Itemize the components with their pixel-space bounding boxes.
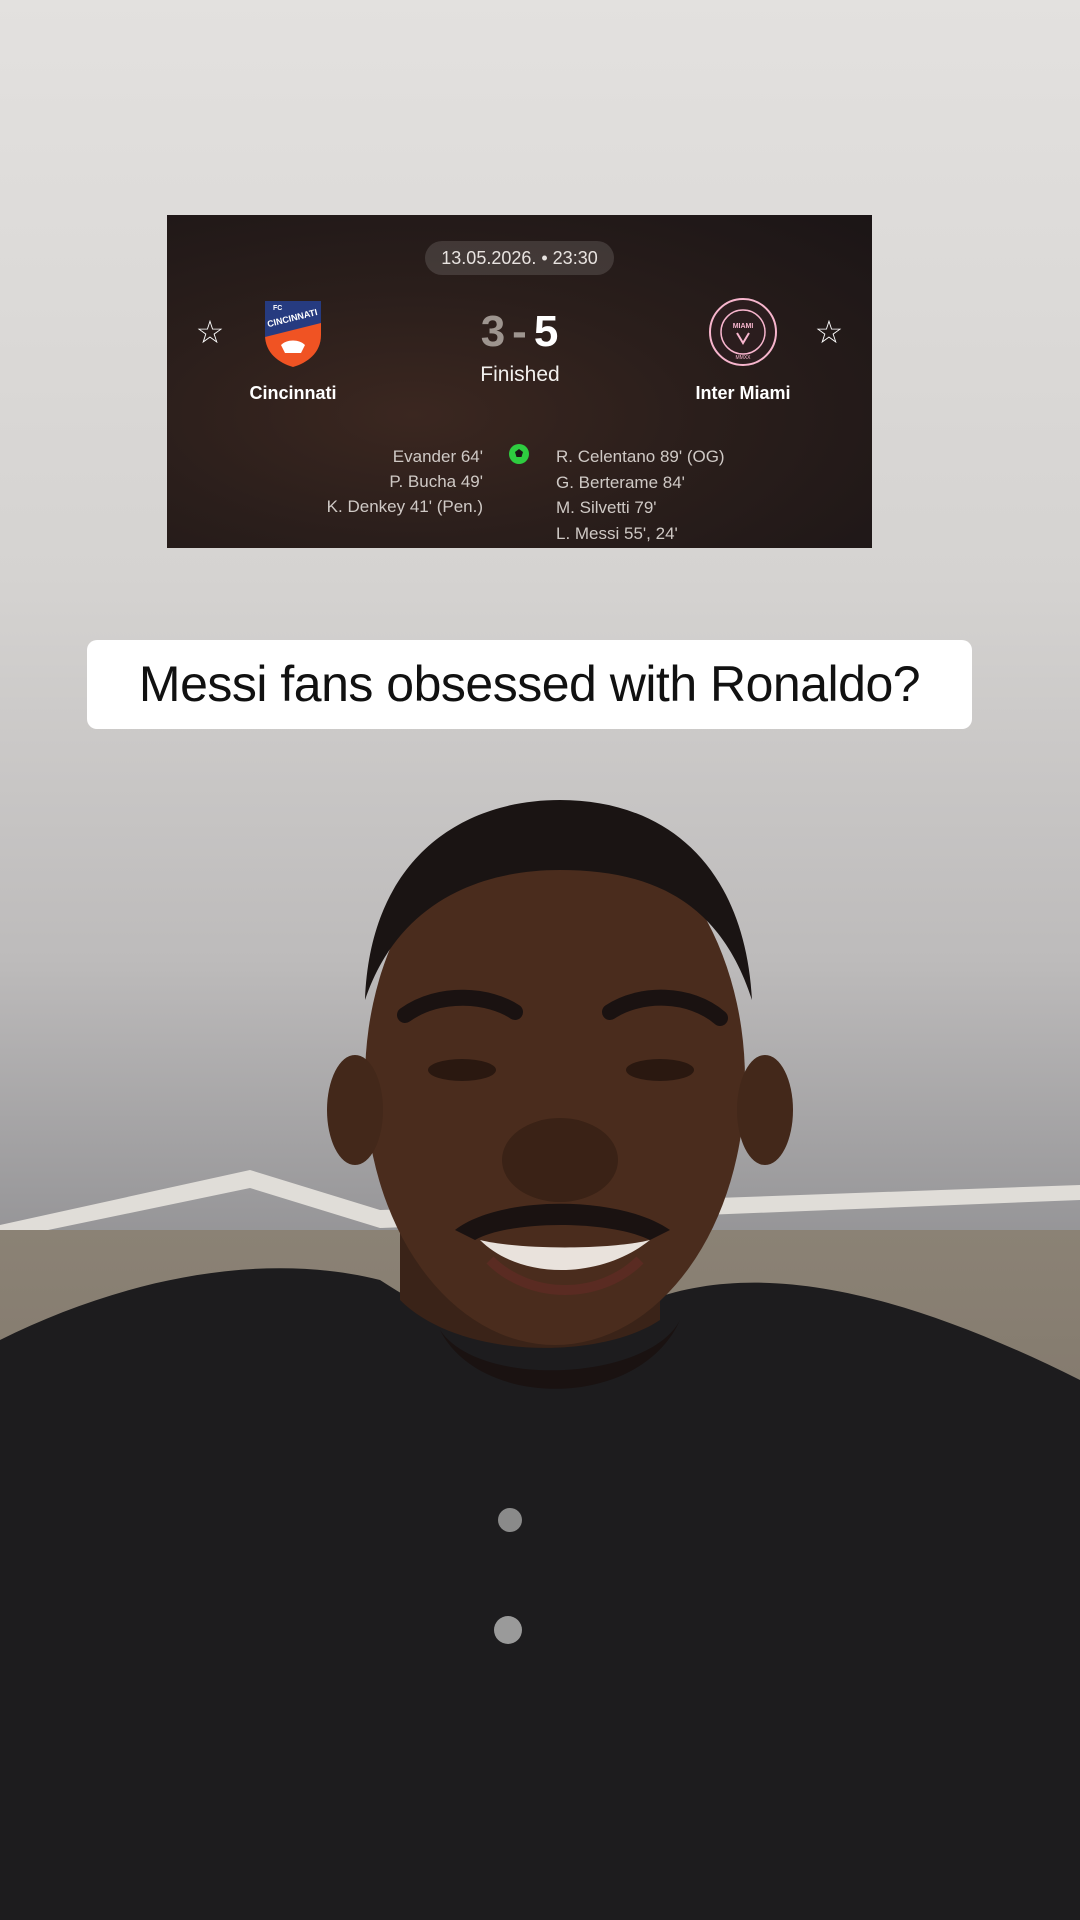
- svg-text:MMXX: MMXX: [736, 355, 752, 361]
- home-scorer: K. Denkey 41' (Pen.): [326, 497, 483, 516]
- away-scorer: G. Berterame 84': [556, 472, 685, 492]
- inter-miami-crest-icon: MIAMI MMXX: [709, 298, 777, 366]
- match-datetime: 13.05.2026. • 23:30: [425, 241, 614, 275]
- cincinnati-crest-icon: CINCINNATI FC: [265, 301, 321, 367]
- away-scorer: L. Messi 55', 24': [556, 523, 678, 543]
- home-scorers-list: Evander 64' P. Bucha 49' K. Denkey 41' (…: [327, 444, 483, 519]
- away-scorer: R. Celentano 89' (OG): [556, 447, 725, 466]
- away-scorer: M. Silvetti 79': [556, 498, 657, 517]
- away-score: 5: [533, 307, 560, 356]
- video-caption: Messi fans obsessed with Ronaldo?: [87, 640, 972, 729]
- home-score: 3: [480, 307, 507, 356]
- match-score-card[interactable]: 13.05.2026. • 23:30 ☆ ☆ CINCINNATI FC MI…: [167, 215, 872, 548]
- svg-text:MIAMI: MIAMI: [733, 323, 754, 330]
- match-status: Finished: [480, 363, 560, 386]
- match-score: 3-5: [420, 307, 620, 357]
- home-team-name[interactable]: Cincinnati: [193, 383, 393, 404]
- away-scorers-list: R. Celentano 89' (OG) G. Berterame 84' M…: [556, 444, 725, 546]
- home-scorer: Evander 64': [392, 447, 483, 466]
- star-icon[interactable]: ☆: [812, 315, 846, 349]
- svg-text:FC: FC: [273, 305, 282, 312]
- soccer-ball-icon: [509, 444, 529, 464]
- person-in-video: [0, 800, 1080, 1920]
- away-team-name[interactable]: Inter Miami: [643, 383, 843, 404]
- star-icon[interactable]: ☆: [193, 315, 227, 349]
- score-separator: -: [512, 307, 528, 356]
- home-scorer: P. Bucha 49': [389, 472, 483, 491]
